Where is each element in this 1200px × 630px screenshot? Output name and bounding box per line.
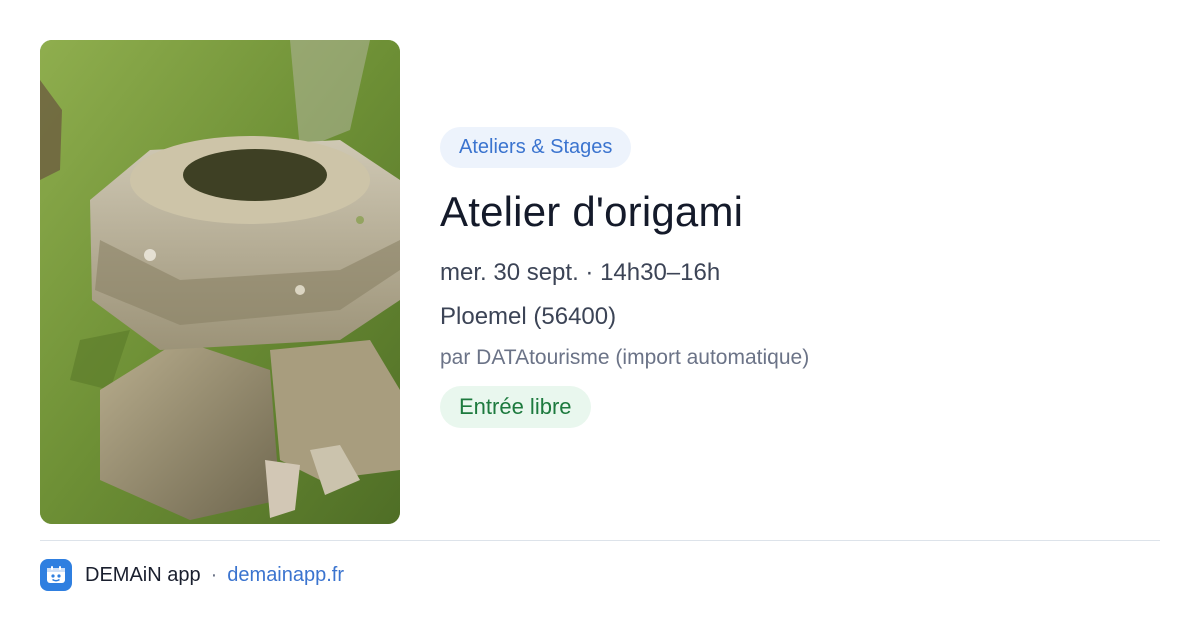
footer-divider	[40, 540, 1160, 541]
footer: DEMAiN app · demainapp.fr	[40, 558, 344, 592]
price-badge: Entrée libre	[440, 386, 591, 428]
event-date-time: mer. 30 sept. · 14h30–16h	[440, 259, 721, 286]
category-badge[interactable]: Ateliers & Stages	[440, 127, 632, 168]
footer-separator: ·	[210, 563, 218, 586]
event-info: Ateliers & Stages Atelier d'origami mer.…	[440, 127, 1160, 428]
site-link[interactable]: demainapp.fr	[227, 564, 344, 587]
app-name: DEMAiN app	[85, 563, 201, 586]
event-location: Ploemel (56400)	[440, 303, 617, 330]
event-photo	[40, 40, 400, 524]
event-title: Atelier d'origami	[440, 188, 744, 235]
demain-app-logo-icon	[40, 559, 72, 591]
event-author: par DATAtourisme (import automatique)	[440, 346, 810, 369]
event-photo-image	[40, 40, 400, 524]
